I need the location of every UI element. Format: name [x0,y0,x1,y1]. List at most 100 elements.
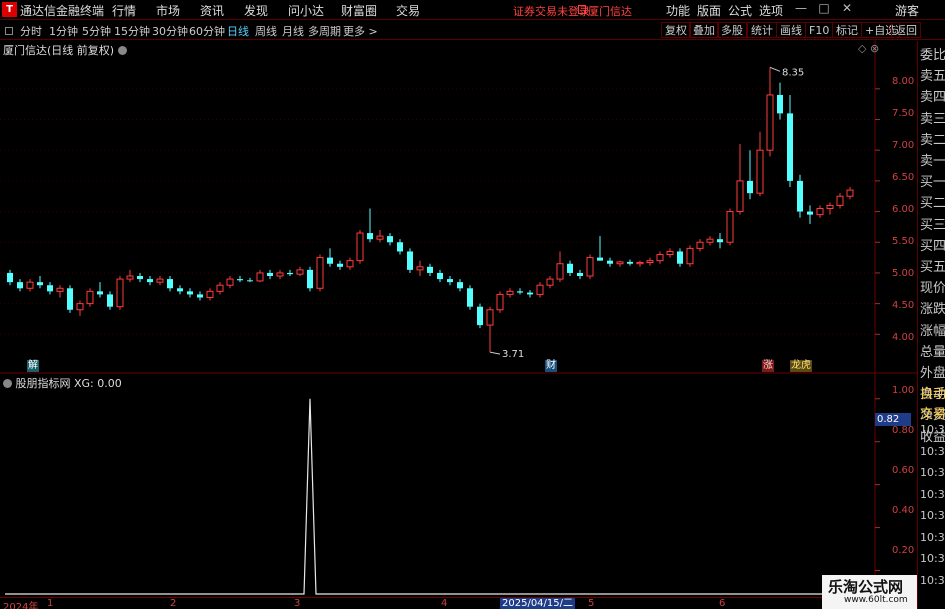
tool-duogu[interactable]: 多股 [717,22,747,38]
candle-body-down [627,261,633,264]
date-axis: 2024年 1 2 3 4 5 6 2025/04/15/二 [0,597,917,609]
trade-time: 10:32 [920,573,945,587]
candle-body-up [496,293,504,311]
candle-body-down [607,260,613,264]
marker-jie[interactable]: 解 [27,360,39,372]
indicator-tick: 0.40 [892,505,915,516]
menu-shichang[interactable]: 市场 [156,2,180,19]
quote-panel: 委比 卖五 卖四 卖三 卖二 卖一 买一 买二 买三 买四 买五 现价 涨跌 涨幅 总量 外盘 换手 净资 收益 自动… [917,41,945,609]
tool-tongji[interactable]: 统计 [747,22,777,38]
app-logo-icon: T [2,2,17,17]
indicator-tick: 1.00 [892,385,915,396]
minimize-button[interactable]: — [793,1,809,15]
candle-body-down [407,251,413,270]
period-multi[interactable]: 多周期 [308,23,341,39]
marker-longhu[interactable]: 龙虎 [790,360,812,372]
menu-faxian[interactable]: 发现 [244,2,268,19]
chart-corner-icons[interactable]: ◇ ⊗ [858,42,879,55]
quote-field-label: 外盘 [920,366,945,381]
candle-body-down [577,272,583,277]
menu-xuanxiang[interactable]: 选项 [759,2,783,19]
indicator-tick: 0.80 [892,425,915,436]
candle-body-up [636,262,644,265]
period-1min[interactable]: 1分钟 [49,23,78,39]
candle-body-down [167,279,173,289]
kline-chart[interactable]: 8.35 3.71 [0,40,917,597]
price-tick: 7.00 [892,140,915,151]
quote-mode-label: 交易 [920,407,945,422]
tool-fuquan[interactable]: 复权 [661,22,691,38]
indicator-settings-icon[interactable] [3,379,12,388]
candle-body-down [97,291,103,295]
candle-body-down [307,269,313,289]
candle-body-up [276,272,284,277]
candle-body-down [747,180,753,194]
menu-jiaoyi[interactable]: 交易 [396,2,420,19]
period-weekly[interactable]: 周线 [255,23,277,39]
candle-body-up [816,208,824,216]
period-monthly[interactable]: 月线 [282,23,304,39]
max-price-label: 8.35 [782,67,804,78]
menu-caifuquan[interactable]: 财富圈 [341,2,377,19]
broker-name[interactable]: 厦门信达 [588,3,632,19]
candle-body-down [67,288,73,310]
price-tick: 5.00 [892,268,915,279]
close-button[interactable]: ✕ [839,1,855,15]
quote-field-label: 买二 [920,196,945,212]
layout-icon[interactable] [5,27,13,35]
tool-huaxian[interactable]: 画线 [776,22,806,38]
period-30min[interactable]: 30分钟 [152,23,188,39]
menu-banmian[interactable]: 版面 [697,2,721,19]
tool-diejia[interactable]: 叠加 [689,22,719,38]
candle-body-down [287,272,293,275]
candle-body-up [656,254,664,262]
app-title: 通达信金融终端 [20,4,105,18]
period-fenshi[interactable]: 分时 [20,23,42,39]
candle-body-up [546,278,554,286]
price-tick: 6.50 [892,172,915,183]
candle-body-up [86,290,94,305]
candle-body-down [177,288,183,292]
min-price-label: 3.71 [502,349,524,360]
candle-body-up [826,204,834,209]
date-label: 3 [294,598,301,609]
marker-zhang[interactable]: 涨 [762,360,774,372]
marker-cai[interactable]: 财 [545,360,557,372]
candle-body-up [126,275,134,280]
period-60min[interactable]: 60分钟 [189,23,225,39]
menu-hangqing[interactable]: 行情 [112,2,136,19]
candle-body-up [766,94,774,151]
candle-body-down [107,294,113,307]
candle-body-up [76,303,84,311]
candle-body-down [677,251,683,264]
candle-body-up [736,180,744,213]
quote-field-label: 卖二 [920,132,945,148]
restore-button[interactable]: □ [816,1,832,15]
menu-gongneng[interactable]: 功能 [666,2,690,19]
indicator-title: 股朋指标网 XG: 0.00 [3,375,122,391]
period-daily[interactable]: 日线 [227,23,249,39]
tool-biaoji[interactable]: 标记 [832,22,862,38]
candle-body-up [256,272,264,282]
quote-field-label: 委比 [920,48,945,63]
candle-body-down [717,239,723,243]
candle-body-down [427,266,433,273]
menu-gongshi[interactable]: 公式 [728,2,752,19]
trade-time: 10:31 [920,444,945,458]
guest-button[interactable]: 游客 [895,2,919,19]
menu-zixun[interactable]: 资讯 [200,2,224,19]
candle-body-up [296,269,304,275]
candle-body-up [556,263,564,280]
quote-field-label: 卖一 [920,154,945,169]
menu-wenxiaoda[interactable]: 问小达 [288,2,324,19]
indicator-tick: 0.20 [892,545,915,556]
date-label: 5 [588,598,595,609]
candle-body-up [536,284,544,295]
chart-settings-icon[interactable] [117,46,127,55]
period-more[interactable]: 更多 > [343,23,378,39]
tool-f10[interactable]: F10 [805,22,834,38]
period-5min[interactable]: 5分钟 [82,23,111,39]
candle-body-up [316,257,324,289]
tool-back[interactable]: 返回 [891,22,921,38]
period-15min[interactable]: 15分钟 [114,23,150,39]
